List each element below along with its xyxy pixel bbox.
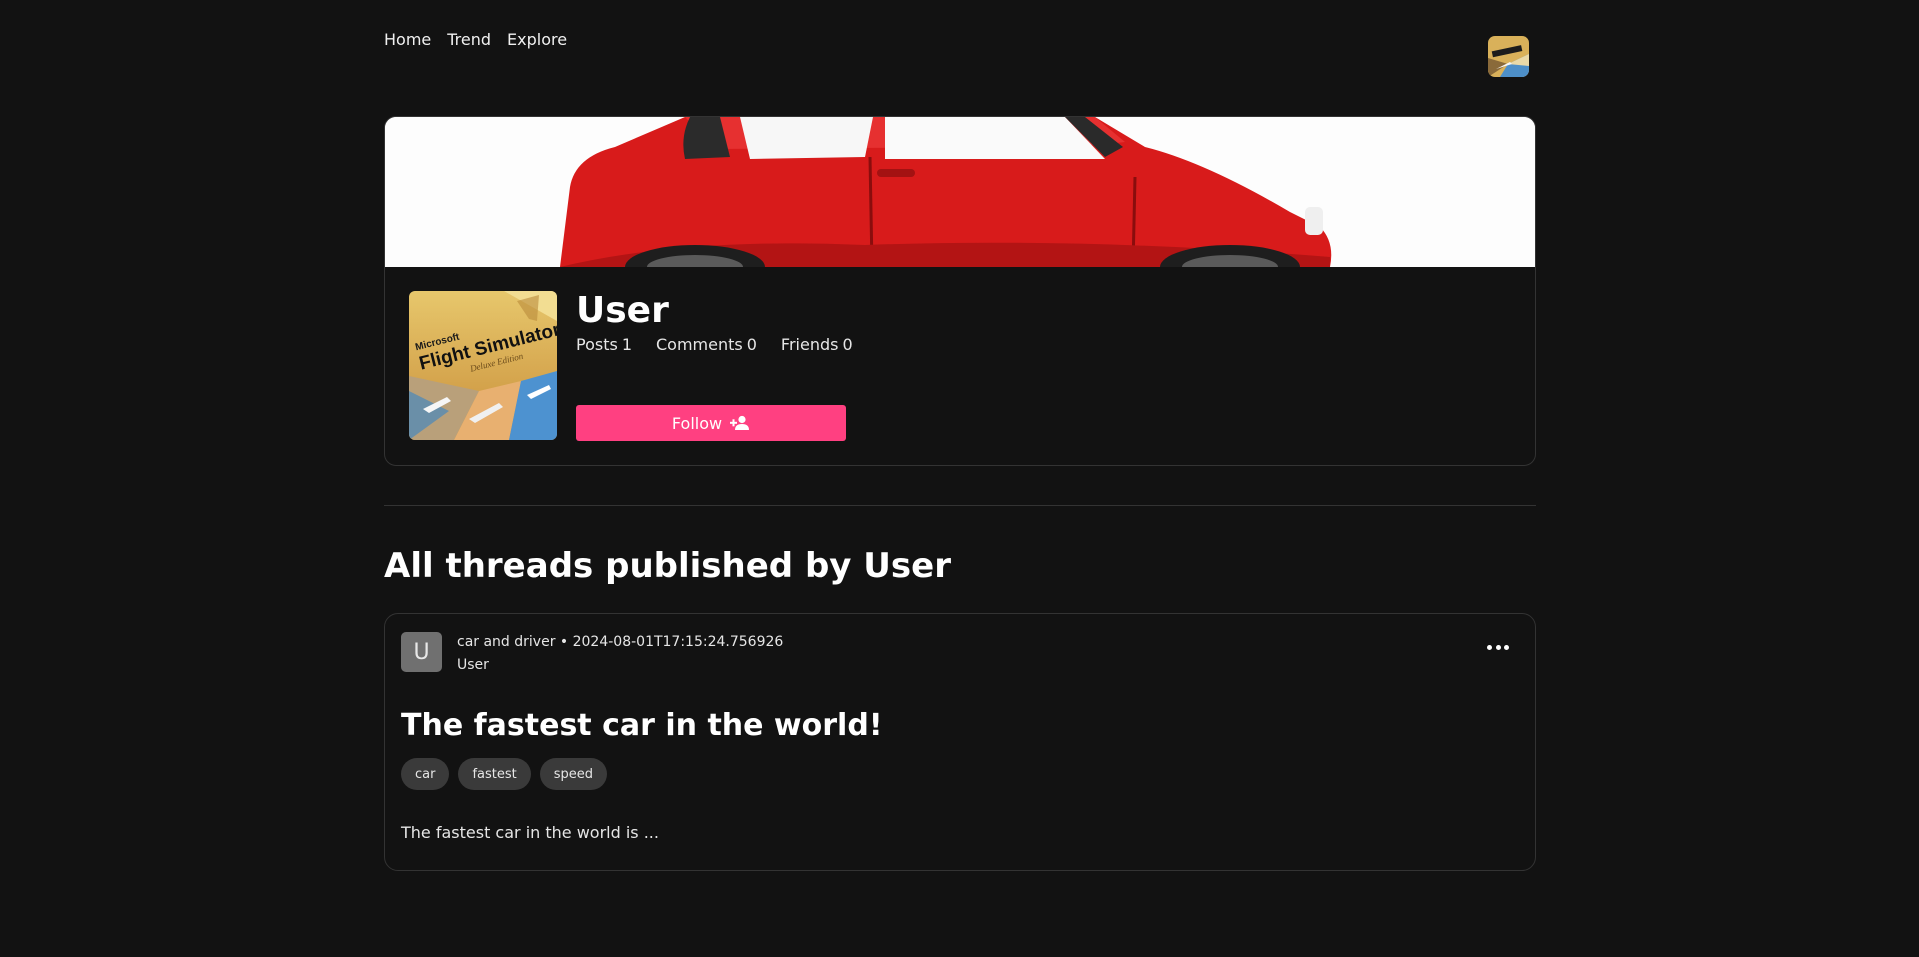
thread-excerpt: The fastest car in the world is ... [401, 823, 659, 842]
thread-author[interactable]: User [457, 654, 489, 676]
red-car-image [385, 117, 1535, 267]
flight-simulator-cover-image: Microsoft Flight Simulator Deluxe Editio… [409, 291, 557, 440]
stat-value: 0 [842, 335, 853, 354]
top-nav: Home Trend Explore [384, 28, 567, 52]
profile-card: Microsoft Flight Simulator Deluxe Editio… [384, 116, 1536, 466]
thread-author-avatar[interactable]: U [401, 632, 442, 672]
thread-card: U car and driver • 2024-08-01T17:15:24.7… [384, 613, 1536, 871]
profile-stats: Posts 1 Comments 0 Friends 0 [576, 335, 853, 354]
nav-trend[interactable]: Trend [447, 28, 491, 52]
threads-section-title: All threads published by User [384, 546, 951, 586]
profile-name: User [576, 290, 669, 331]
stat-posts: Posts 1 [576, 335, 632, 354]
tag-chip[interactable]: fastest [458, 758, 531, 790]
person-add-icon [730, 415, 750, 430]
nav-home[interactable]: Home [384, 28, 431, 52]
stat-value: 1 [621, 335, 632, 354]
follow-button[interactable]: Follow [576, 405, 846, 441]
stat-value: 0 [746, 335, 757, 354]
section-divider [384, 505, 1536, 506]
tag-chip[interactable]: car [401, 758, 450, 790]
follow-label: Follow [671, 413, 723, 433]
stat-friends: Friends 0 [781, 335, 853, 354]
more-horizontal-icon[interactable] [1487, 638, 1509, 656]
thread-tags: car fastest speed [401, 758, 608, 790]
tag-chip[interactable]: speed [539, 758, 608, 790]
profile-banner [385, 117, 1535, 267]
user-avatar-button[interactable] [1488, 36, 1529, 77]
nav-explore[interactable]: Explore [507, 28, 567, 52]
profile-picture: Microsoft Flight Simulator Deluxe Editio… [409, 291, 557, 440]
stat-label: Comments [656, 335, 743, 354]
stat-comments: Comments 0 [656, 335, 757, 354]
user-avatar-image [1488, 36, 1529, 77]
stat-label: Friends [780, 335, 839, 354]
thread-meta: car and driver • 2024-08-01T17:15:24.756… [457, 634, 784, 650]
thread-title[interactable]: The fastest car in the world! [401, 706, 883, 746]
stat-label: Posts [576, 335, 618, 354]
